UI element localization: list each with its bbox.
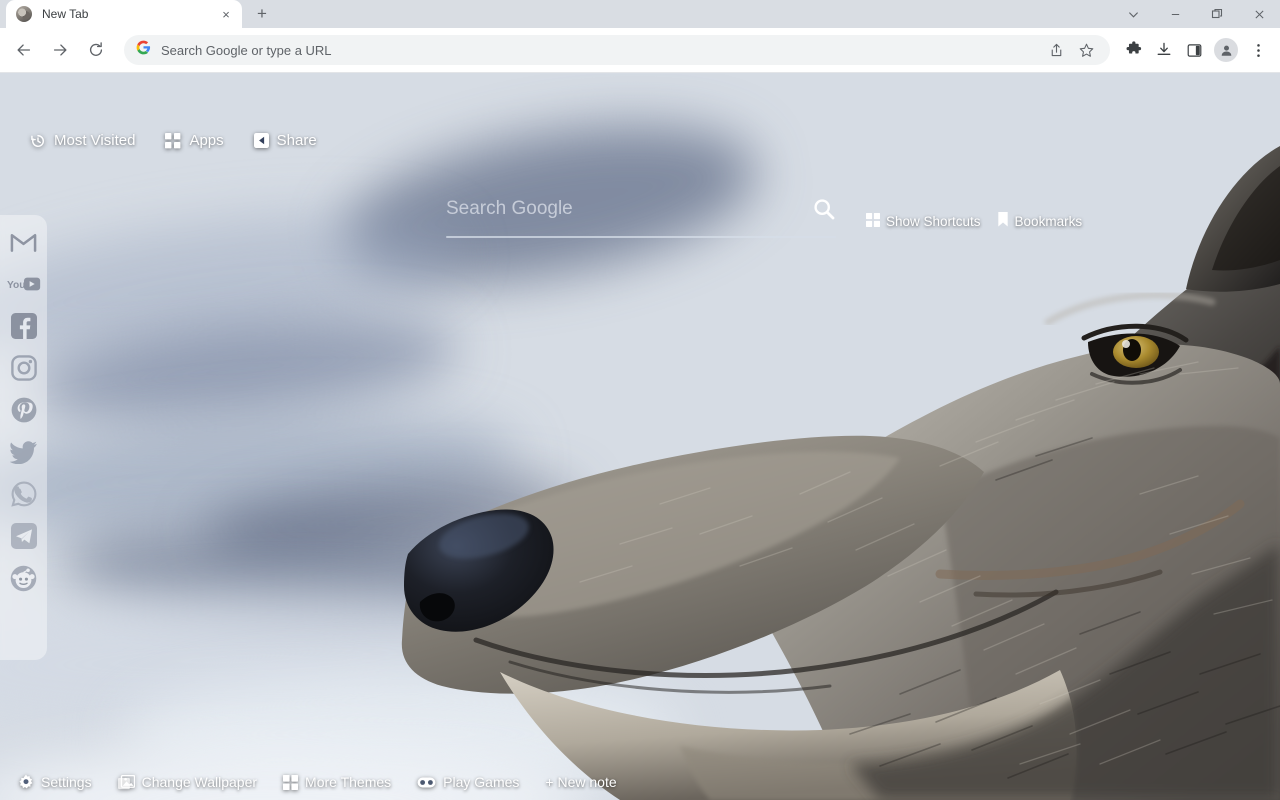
dock-item-pinterest[interactable] [7, 393, 41, 427]
most-visited-label: Most Visited [54, 132, 135, 149]
maximize-icon[interactable] [1196, 0, 1238, 28]
browser-toolbar: Search Google or type a URL [0, 28, 1280, 73]
quick-links-bar: Most Visited Apps [30, 132, 317, 149]
settings-label: Settings [41, 774, 92, 790]
new-tab-button[interactable]: + [248, 0, 276, 28]
change-wallpaper-label: Change Wallpaper [142, 774, 257, 790]
reload-icon[interactable] [80, 34, 112, 66]
history-icon [30, 133, 46, 149]
forward-icon[interactable] [44, 34, 76, 66]
profile-avatar-icon[interactable] [1214, 38, 1238, 62]
gmail-icon [10, 231, 37, 253]
google-g-icon [136, 40, 151, 60]
svg-text:You: You [7, 280, 25, 291]
ntp-bottom-bar: Settings Change Wallpaper [18, 774, 617, 790]
browser-window: New Tab × + [0, 0, 1280, 800]
close-icon[interactable] [1238, 0, 1280, 28]
close-icon[interactable]: × [218, 6, 234, 22]
apps-button[interactable]: Apps [165, 132, 223, 149]
extensions-puzzle-icon[interactable] [1120, 36, 1148, 64]
bookmarks-label: Bookmarks [1015, 214, 1083, 229]
tab-new-tab[interactable]: New Tab × [6, 0, 242, 28]
whatsapp-icon [11, 481, 37, 507]
show-shortcuts-label: Show Shortcuts [886, 214, 981, 229]
back-icon[interactable] [8, 34, 40, 66]
chrome-menu-icon[interactable] [1244, 36, 1272, 64]
omnibox[interactable]: Search Google or type a URL [124, 35, 1110, 65]
chevron-down-icon[interactable] [1112, 0, 1154, 28]
gear-icon [18, 774, 34, 790]
new-tab-page: Most Visited Apps [0, 74, 1280, 800]
dock-item-telegram[interactable] [7, 519, 41, 553]
google-search-box [446, 192, 836, 238]
gamepad-icon [417, 776, 436, 789]
share-icon [254, 133, 269, 148]
side-panel-icon[interactable] [1180, 36, 1208, 64]
telegram-icon [11, 523, 37, 549]
play-games-label: Play Games [443, 774, 519, 790]
twitter-icon [10, 441, 37, 464]
share-button[interactable]: Share [254, 132, 317, 149]
apps-grid-icon [165, 133, 181, 149]
show-shortcuts-button[interactable]: Show Shortcuts [866, 213, 981, 230]
more-themes-label: More Themes [305, 774, 391, 790]
new-note-button[interactable]: + New note [545, 774, 616, 790]
omnibox-placeholder: Search Google or type a URL [161, 43, 1042, 58]
bookmark-star-icon[interactable] [1072, 36, 1100, 64]
dock-item-youtube[interactable]: You [7, 267, 41, 301]
share-icon[interactable] [1042, 36, 1070, 64]
bookmarks-button[interactable]: Bookmarks [997, 212, 1083, 230]
dock-item-gmail[interactable] [7, 225, 41, 259]
dock-item-facebook[interactable] [7, 309, 41, 343]
share-label: Share [277, 132, 317, 149]
download-icon[interactable] [1150, 36, 1178, 64]
tab-title: New Tab [42, 7, 218, 21]
tab-strip: New Tab × + [0, 0, 1280, 28]
change-wallpaper-button[interactable]: Change Wallpaper [118, 774, 257, 790]
bookmark-icon [997, 212, 1009, 230]
dock-item-twitter[interactable] [7, 435, 41, 469]
dock-item-instagram[interactable] [7, 351, 41, 385]
wallpaper-image [0, 74, 1280, 800]
reddit-icon [10, 565, 37, 592]
social-shortcut-dock: You [0, 215, 47, 660]
instagram-icon [11, 355, 37, 381]
minimize-icon[interactable] [1154, 0, 1196, 28]
wolf-illustration [380, 74, 1280, 800]
facebook-icon [11, 313, 37, 339]
dock-item-reddit[interactable] [7, 561, 41, 595]
wolf-favicon [16, 6, 32, 22]
youtube-icon: You [7, 276, 41, 292]
settings-button[interactable]: Settings [18, 774, 92, 790]
search-underline [446, 236, 836, 238]
new-note-label: + New note [545, 774, 616, 790]
shortcuts-grid-icon [866, 213, 880, 230]
play-games-button[interactable]: Play Games [417, 774, 519, 790]
ntp-right-links: Show Shortcuts Bookmarks [866, 212, 1082, 230]
more-themes-button[interactable]: More Themes [283, 774, 391, 790]
window-controls [1112, 0, 1280, 28]
apps-label: Apps [189, 132, 223, 149]
image-stack-icon [118, 775, 135, 790]
pinterest-icon [11, 397, 37, 423]
search-input[interactable] [446, 198, 804, 220]
search-icon[interactable] [804, 197, 836, 221]
toolbar-right-icons [1120, 36, 1272, 64]
themes-grid-icon [283, 775, 298, 790]
dock-item-whatsapp[interactable] [7, 477, 41, 511]
most-visited-button[interactable]: Most Visited [30, 132, 135, 149]
